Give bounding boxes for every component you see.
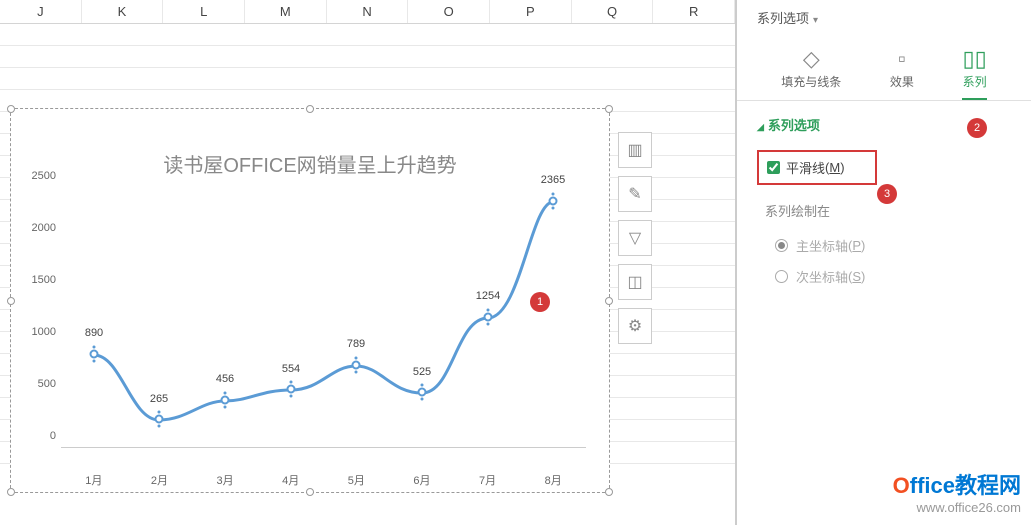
chart-title[interactable]: 读书屋OFFICE网销量呈上升趋势	[11, 109, 609, 188]
col-header[interactable]: N	[327, 0, 409, 23]
col-header[interactable]: R	[653, 0, 735, 23]
plot-area[interactable]: 0 500 1000 1500 2000 2500 890 265 456 55…	[61, 188, 599, 468]
watermark: Office教程网 www.office26.com	[893, 468, 1021, 515]
pivot-icon: ◫	[627, 272, 642, 292]
section-series-options[interactable]: 系列选项	[737, 101, 1031, 144]
chart-styles-button[interactable]: ✎	[618, 176, 652, 212]
radio-icon	[775, 239, 788, 252]
chart-object[interactable]: 读书屋OFFICE网销量呈上升趋势 0 500 1000 1500 2000 2…	[10, 108, 610, 493]
annotation-badge-2: 2	[967, 118, 987, 138]
col-header[interactable]: M	[245, 0, 327, 23]
primary-axis-radio[interactable]: 主坐标轴(P)	[737, 230, 1031, 261]
effects-icon: ▫	[890, 45, 914, 73]
col-header[interactable]: K	[82, 0, 164, 23]
annotation-badge-1: 1	[530, 292, 550, 312]
x-axis: 1月 2月 3月 4月 5月 6月 7月 8月	[61, 472, 586, 488]
format-pane: 系列选项 ◇ 填充与线条 ▫ 效果 ▯▯ 系列 2 系列选项 平滑线(M) 3 …	[735, 0, 1031, 525]
col-header[interactable]: O	[408, 0, 490, 23]
chart-side-buttons: ▥ ✎ ▽ ◫ ⚙	[618, 132, 652, 352]
secondary-axis-radio[interactable]: 次坐标轴(S)	[737, 261, 1031, 292]
chart-pivot-button[interactable]: ◫	[618, 264, 652, 300]
tab-series[interactable]: ▯▯ 系列	[962, 45, 986, 100]
col-header[interactable]: P	[490, 0, 572, 23]
series-icon: ▯▯	[962, 45, 986, 73]
paint-bucket-icon: ◇	[781, 45, 841, 73]
col-header[interactable]: Q	[572, 0, 654, 23]
pane-header-dropdown[interactable]: 系列选项	[737, 0, 1031, 35]
brush-icon: ✎	[628, 184, 641, 204]
radio-icon	[775, 270, 788, 283]
y-axis: 0 500 1000 1500 2000 2500	[21, 188, 56, 448]
column-headers: J K L M N O P Q R	[0, 0, 735, 24]
funnel-icon: ▽	[629, 228, 641, 248]
bar-chart-icon: ▥	[627, 140, 642, 160]
gear-icon: ⚙	[628, 316, 642, 336]
col-header[interactable]: L	[163, 0, 245, 23]
annotation-badge-3: 3	[877, 184, 897, 204]
smooth-line-checkbox-row[interactable]: 平滑线(M)	[757, 150, 877, 185]
chart-filters-button[interactable]: ▽	[618, 220, 652, 256]
chart-settings-button[interactable]: ⚙	[618, 308, 652, 344]
col-header[interactable]: J	[0, 0, 82, 23]
smooth-line-checkbox[interactable]	[767, 161, 780, 174]
chart-elements-button[interactable]: ▥	[618, 132, 652, 168]
tab-effects[interactable]: ▫ 效果	[890, 45, 914, 100]
tab-fill-line[interactable]: ◇ 填充与线条	[781, 45, 841, 100]
